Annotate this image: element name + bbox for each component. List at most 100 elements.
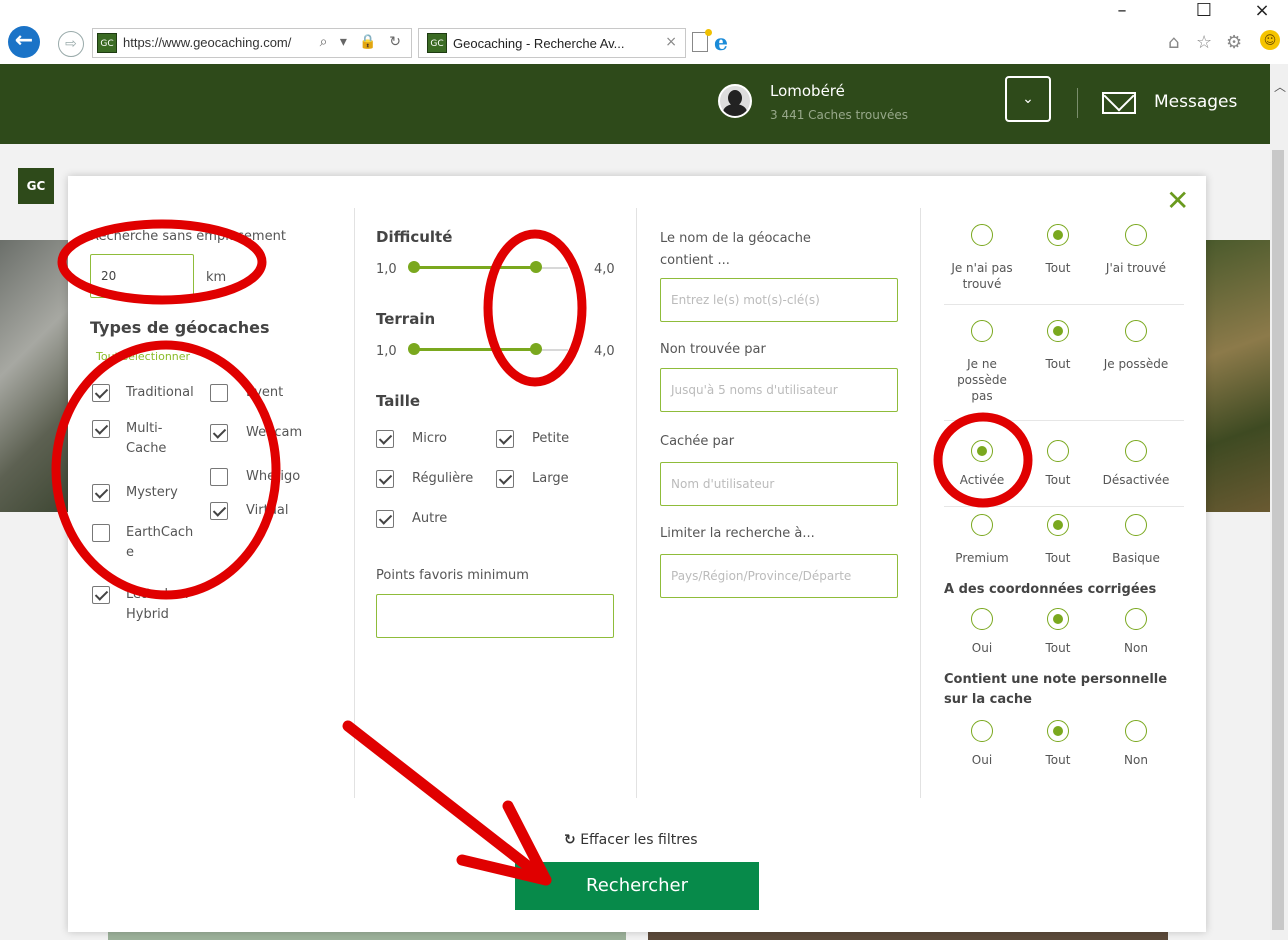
column-divider xyxy=(920,208,921,798)
ie-logo-icon: e xyxy=(714,30,728,56)
filter-radio[interactable] xyxy=(1125,440,1147,462)
filter-radio[interactable] xyxy=(1047,514,1069,536)
new-tab-icon[interactable] xyxy=(692,29,712,52)
favorites-star-icon[interactable]: ☆ xyxy=(1196,32,1212,53)
cache-type-label: Wherigo xyxy=(246,469,301,484)
hidden-by-input[interactable]: Nom d'utilisateur xyxy=(660,462,898,506)
filter-radio[interactable] xyxy=(971,440,993,462)
browser-tab[interactable]: GC Geocaching - Recherche Av... × xyxy=(418,28,686,58)
filter-radio-label: Tout xyxy=(1045,753,1071,767)
size-checkbox[interactable] xyxy=(496,470,514,488)
window-close-icon[interactable]: × xyxy=(1242,0,1282,21)
filter-radio[interactable] xyxy=(1125,720,1147,742)
tab-close-icon[interactable]: × xyxy=(665,34,677,50)
site-header: Lomobéré 3 441 Caches trouvées ⌄ Message… xyxy=(0,64,1270,144)
difficulty-max-handle[interactable] xyxy=(530,261,542,273)
not-found-by-input[interactable]: Jusqu'à 5 noms d'utilisateur xyxy=(660,368,898,412)
filter-radio[interactable] xyxy=(1047,720,1069,742)
tab-favicon-icon: GC xyxy=(427,33,447,53)
address-bar[interactable]: GC https://www.geocaching.com/ ⌕ ▾ 🔒 ↻ xyxy=(92,28,412,58)
select-all-link[interactable]: Tout sélectionner xyxy=(96,350,190,363)
cache-type-checkbox[interactable] xyxy=(210,468,228,486)
size-checkbox[interactable] xyxy=(376,510,394,528)
cache-type-label: Mystery xyxy=(126,485,178,500)
close-icon[interactable]: ✕ xyxy=(1166,184,1189,217)
background-map-thumbnail xyxy=(108,932,626,940)
avatar[interactable] xyxy=(718,84,752,118)
filter-radio[interactable] xyxy=(1047,440,1069,462)
cache-type-checkbox[interactable] xyxy=(92,420,110,438)
scrollbar-thumb[interactable] xyxy=(1272,150,1284,930)
user-menu-dropdown-button[interactable]: ⌄ xyxy=(1005,76,1051,122)
background-photo-left xyxy=(0,240,70,512)
cache-types-heading: Types de géocaches xyxy=(90,318,270,337)
filter-radio[interactable] xyxy=(1125,608,1147,630)
size-checkbox[interactable] xyxy=(376,430,394,448)
cache-type-label: Event xyxy=(246,385,284,400)
cache-type-checkbox[interactable] xyxy=(92,524,110,542)
filter-radio[interactable] xyxy=(1125,320,1147,342)
size-label: Régulière xyxy=(412,471,474,486)
name-keyword-input[interactable]: Entrez le(s) mot(s)-clé(s) xyxy=(660,278,898,322)
distance-input[interactable]: 20 xyxy=(90,254,194,298)
tab-title: Geocaching - Recherche Av... xyxy=(453,36,625,51)
forward-arrow-icon[interactable]: ⇨ xyxy=(58,31,84,57)
size-checkbox[interactable] xyxy=(376,470,394,488)
radio-group-divider xyxy=(944,420,1184,421)
geocaching-logo-icon[interactable]: GC xyxy=(18,168,54,204)
filter-radio[interactable] xyxy=(1047,224,1069,246)
filter-radio-label: Tout xyxy=(1045,473,1071,487)
home-icon[interactable]: ⌂ xyxy=(1168,32,1179,53)
cache-type-checkbox[interactable] xyxy=(92,384,110,402)
back-arrow-icon[interactable]: ← xyxy=(8,26,40,58)
filter-radio-label: Tout xyxy=(1045,641,1071,655)
size-label: Micro xyxy=(412,431,447,446)
filter-radio[interactable] xyxy=(971,608,993,630)
browser-chrome: ← ⇨ GC https://www.geocaching.com/ ⌕ ▾ 🔒… xyxy=(0,0,1288,64)
cache-type-checkbox[interactable] xyxy=(92,484,110,502)
filter-radio[interactable] xyxy=(971,224,993,246)
difficulty-max: 4,0 xyxy=(594,262,615,277)
settings-gear-icon[interactable]: ⚙ xyxy=(1226,32,1242,53)
filter-radio[interactable] xyxy=(1047,608,1069,630)
scroll-up-icon[interactable]: ︿ xyxy=(1274,78,1286,95)
filter-radio[interactable] xyxy=(1125,514,1147,536)
filter-radio-label: Non xyxy=(1124,753,1148,767)
address-bar-icons[interactable]: ⌕ ▾ 🔒 ↻ xyxy=(320,34,405,50)
difficulty-heading: Difficulté xyxy=(376,228,453,246)
address-url[interactable]: https://www.geocaching.com/ xyxy=(123,35,291,50)
difficulty-min-handle[interactable] xyxy=(408,261,420,273)
minimize-icon[interactable]: – xyxy=(1102,0,1142,21)
filter-radio[interactable] xyxy=(971,320,993,342)
distance-unit: km xyxy=(206,270,227,285)
size-label: Petite xyxy=(532,431,570,446)
filter-radio[interactable] xyxy=(1047,320,1069,342)
radio-group-divider xyxy=(944,506,1184,507)
filter-radio-label: Premium xyxy=(955,551,1009,565)
terrain-heading: Terrain xyxy=(376,310,436,328)
favorites-label: Points favoris minimum xyxy=(376,568,529,583)
filter-radio[interactable] xyxy=(971,514,993,536)
username[interactable]: Lomobéré xyxy=(770,82,845,100)
feedback-smiley-icon[interactable]: ☺ xyxy=(1260,30,1280,50)
terrain-min-handle[interactable] xyxy=(408,343,420,355)
size-checkbox[interactable] xyxy=(496,430,514,448)
size-label: Autre xyxy=(412,511,448,526)
filter-radio[interactable] xyxy=(1125,224,1147,246)
envelope-icon[interactable] xyxy=(1102,92,1136,114)
messages-link[interactable]: Messages xyxy=(1154,92,1237,112)
clear-filters-link[interactable]: ↻ Effacer les filtres xyxy=(564,832,698,848)
not-found-by-label: Non trouvée par xyxy=(660,342,766,357)
cache-type-checkbox[interactable] xyxy=(210,502,228,520)
maximize-icon[interactable]: ☐ xyxy=(1184,0,1224,21)
cache-type-checkbox[interactable] xyxy=(210,384,228,402)
header-divider xyxy=(1077,88,1078,118)
limit-search-input[interactable]: Pays/Région/Province/Départe xyxy=(660,554,898,598)
favorites-input[interactable] xyxy=(376,594,614,638)
search-button[interactable]: Rechercher xyxy=(515,862,759,910)
cache-type-checkbox[interactable] xyxy=(92,586,110,604)
cache-type-checkbox[interactable] xyxy=(210,424,228,442)
page-scrollbar[interactable]: ︿ xyxy=(1270,64,1288,940)
filter-radio[interactable] xyxy=(971,720,993,742)
terrain-max-handle[interactable] xyxy=(530,343,542,355)
